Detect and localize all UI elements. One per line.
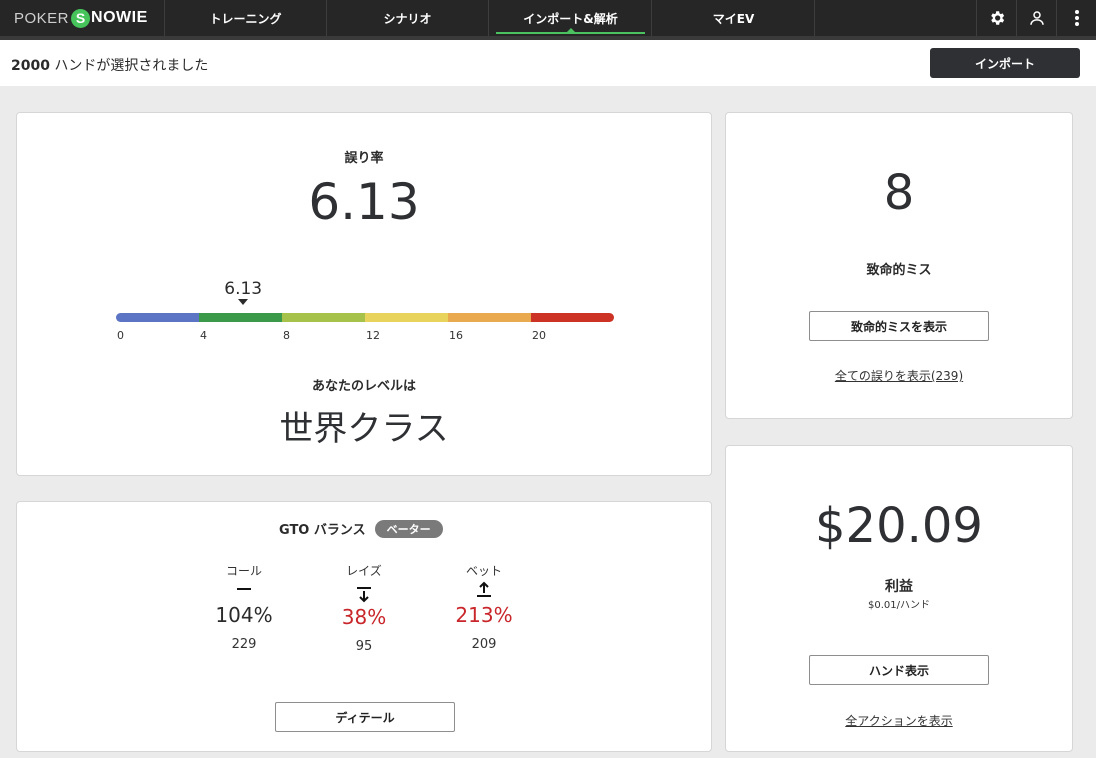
gto-bet-column: ベット 213% 209 <box>444 562 524 652</box>
gto-call-count: 229 <box>231 637 257 652</box>
gto-raise-label: レイズ <box>346 564 382 578</box>
gear-icon <box>990 11 1004 25</box>
scale-segment <box>531 313 614 322</box>
blunders-card: 8 致命的ミス 致命的ミスを表示 全ての誤りを表示(239) <box>725 112 1073 419</box>
tab-import-analysis[interactable]: インポート&解析 <box>490 0 652 36</box>
scale-segment <box>282 313 365 322</box>
gto-call-percent: 104% <box>215 603 273 627</box>
blunders-label: 致命的ミス <box>866 263 932 278</box>
scale-segment <box>116 313 199 322</box>
error-rate-card: 誤り率 6.13 6.13 0 4 8 12 16 20 あなたのレベルは 世界クラス <box>16 112 712 476</box>
more-menu-button[interactable] <box>1056 0 1096 36</box>
details-button[interactable]: ディテール <box>275 702 455 732</box>
selected-suffix: ハンドが選択されました <box>49 58 209 74</box>
gto-call-label: コール <box>225 564 262 578</box>
profile-button[interactable] <box>1016 0 1056 36</box>
scale-tick-label: 16 <box>449 329 463 342</box>
error-rate-value: 6.13 <box>308 173 420 231</box>
poker-snowie-logo[interactable]: POKER S NOWIE <box>0 0 165 36</box>
top-nav-bar: POKER S NOWIE トレーニング シナリオ インポート&解析 マイEV <box>0 0 1096 40</box>
show-hands-button[interactable]: ハンド表示 <box>809 655 989 685</box>
error-rate-scale: 6.13 0 4 8 12 16 20 <box>116 279 614 353</box>
error-rate-marker: 6.13 <box>213 279 273 305</box>
selected-hands-text: 2000 ハンドが選択されました <box>11 55 208 75</box>
scale-tick-label: 8 <box>283 329 290 342</box>
gto-bet-label: ベット <box>465 564 502 578</box>
active-tab-caret <box>566 28 575 32</box>
scale-tick-label: 0 <box>117 329 124 342</box>
profit-per-hand: $0.01/ハンド <box>868 600 930 611</box>
gto-raise-column: レイズ 38% 95 <box>324 562 404 654</box>
gto-title-row: GTO バランス ベーター <box>279 519 443 538</box>
error-rate-label: 誤り率 <box>344 151 384 166</box>
gto-bet-percent: 213% <box>455 603 513 627</box>
all-errors-link-row: 全ての誤りを表示(239) <box>726 365 1072 384</box>
tab-scenario[interactable]: シナリオ <box>327 0 489 36</box>
marker-caret-icon <box>238 299 249 305</box>
arrow-down-icon <box>357 587 371 603</box>
level-value: 世界クラス <box>279 409 449 449</box>
marker-value-label: 6.13 <box>224 279 263 299</box>
tab-training[interactable]: トレーニング <box>165 0 327 36</box>
gto-bet-count: 209 <box>471 637 497 652</box>
dash-icon <box>237 588 251 590</box>
level-label: あなたのレベルは <box>311 379 416 394</box>
gto-title: GTO バランス <box>279 523 366 538</box>
show-blunders-button[interactable]: 致命的ミスを表示 <box>809 311 989 341</box>
blunders-count: 8 <box>883 165 915 221</box>
selection-header: 2000 ハンドが選択されました インポート <box>0 40 1096 86</box>
error-rate-bar <box>116 313 614 322</box>
hand-count: 2000 <box>11 58 50 74</box>
gto-raise-count: 95 <box>355 639 373 654</box>
tab-import-analysis-label: インポート&解析 <box>523 11 618 26</box>
all-errors-link[interactable]: 全ての誤りを表示(239) <box>835 369 963 383</box>
logo-poker-text: POKER <box>14 9 70 27</box>
import-button[interactable]: インポート <box>930 48 1080 78</box>
beta-badge: ベーター <box>374 519 443 538</box>
tab-my-ev[interactable]: マイEV <box>653 0 815 36</box>
profit-value: $20.09 <box>815 498 983 554</box>
kebab-menu-icon <box>1074 10 1079 26</box>
arrow-up-icon <box>477 581 491 597</box>
settings-button[interactable] <box>976 0 1016 36</box>
profit-card: $20.09 利益 $0.01/ハンド ハンド表示 全アクションを表示 <box>725 445 1073 752</box>
scale-segment <box>448 313 531 322</box>
scale-tick-label: 12 <box>366 329 380 342</box>
profit-label: 利益 <box>885 579 913 595</box>
logo-s-badge: S <box>71 8 91 28</box>
scale-tick-label: 20 <box>532 329 546 342</box>
gto-balance-card: GTO バランス ベーター コール 104% 229 レイズ 38% 95 ベッ… <box>16 501 712 752</box>
all-actions-link-row: 全アクションを表示 <box>726 710 1072 729</box>
user-icon <box>1029 11 1044 25</box>
gto-raise-percent: 38% <box>341 605 387 629</box>
gto-call-column: コール 104% 229 <box>204 562 284 652</box>
scale-segment <box>365 313 448 322</box>
all-actions-link[interactable]: 全アクションを表示 <box>845 714 952 728</box>
scale-segment <box>199 313 282 322</box>
scale-tick-label: 4 <box>200 329 207 342</box>
logo-nowie-text: NOWIE <box>91 9 148 26</box>
